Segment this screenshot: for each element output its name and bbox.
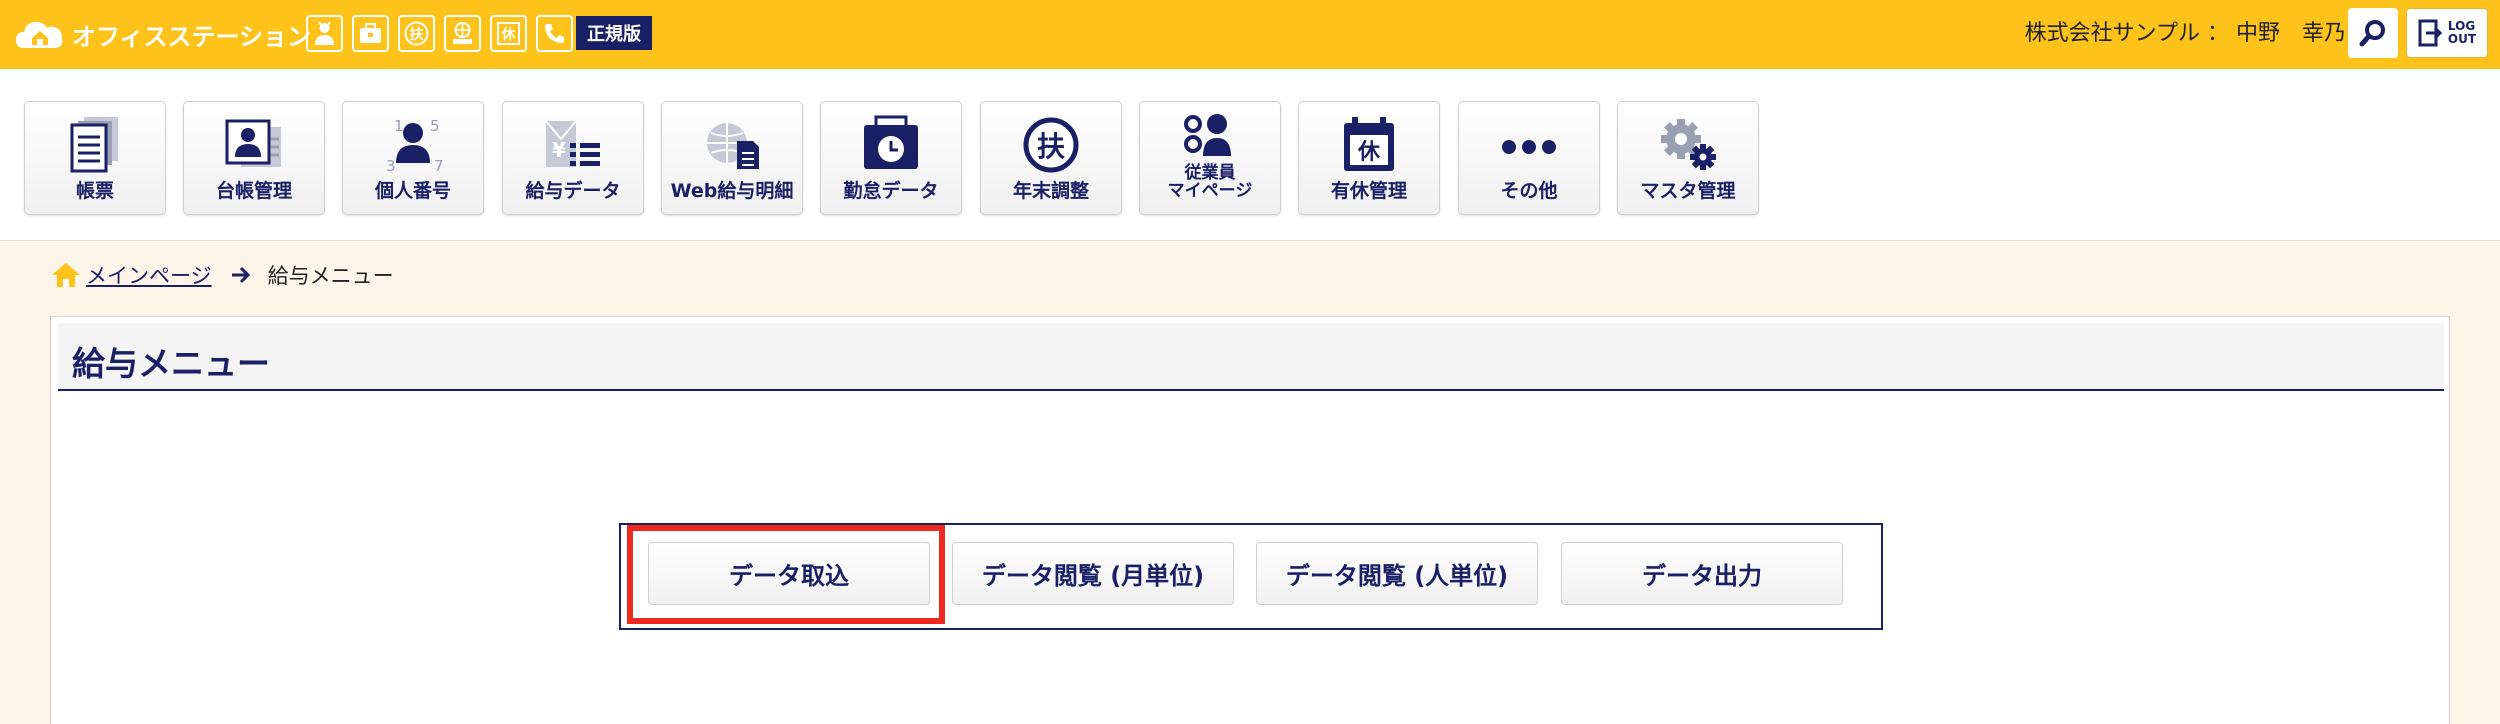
year-end-fu-icon: 扶 — [1018, 115, 1084, 175]
cloud-logo-icon — [16, 22, 63, 48]
arrow-right-icon — [231, 266, 250, 284]
edition-badge: 正規版 — [576, 16, 652, 50]
nav-item-master[interactable]: マスタ管理 — [1617, 101, 1759, 215]
page-title: 給与メニュー — [72, 344, 270, 383]
logout-icon — [2418, 19, 2443, 47]
salary-menu-box: データ取込 データ閲覧 (月単位) データ閲覧 (人単位) データ出力 — [619, 523, 1883, 630]
nav-item-reports[interactable]: 帳票 — [24, 101, 166, 215]
nav-item-employee-mypage[interactable]: 従業員 マイページ — [1139, 101, 1281, 215]
nav-label: 有休管理 — [1330, 180, 1407, 202]
salary-yen-icon: ¥ — [540, 115, 606, 175]
nav-label: Web給与明細 — [670, 180, 794, 202]
document-stack-icon — [62, 115, 128, 175]
nav-item-other[interactable]: その他 — [1458, 101, 1600, 215]
logout-label: LOG OUT — [2447, 19, 2477, 46]
svg-text:7: 7 — [434, 157, 444, 175]
paid-leave-calendar-icon: 休 — [1336, 115, 1402, 175]
fu-char: 扶 — [410, 26, 425, 43]
nav-label: その他 — [1500, 180, 1558, 202]
person-view-button[interactable]: データ閲覧 (人単位) — [1256, 542, 1538, 605]
nav-label: 年末調整 — [1012, 180, 1089, 202]
data-export-button[interactable]: データ出力 — [1561, 542, 1843, 605]
svg-text:1: 1 — [394, 117, 404, 135]
employee-mypage-icon — [1177, 110, 1243, 162]
main-nav: 帳票 台帳管理 1 5 3 7 個人番号 ¥ 給与データ Web給与明細 勤怠デ… — [0, 69, 2500, 241]
nav-item-attendance[interactable]: 勤怠データ — [820, 101, 962, 215]
briefcase-icon[interactable] — [352, 15, 389, 52]
search-button[interactable] — [2348, 8, 2398, 58]
breadcrumb: メインページ 給与メニュー — [50, 260, 394, 290]
breadcrumb-home-link[interactable]: メインページ — [86, 260, 212, 290]
brand-logo[interactable]: オフィスステーション — [14, 14, 311, 54]
kyu-icon[interactable]: 休 — [490, 15, 527, 52]
web-payslip-icon — [699, 115, 765, 175]
kyu-char: 休 — [501, 26, 517, 43]
brand-name: オフィスステーション — [72, 22, 312, 51]
ledger-card-icon — [221, 115, 287, 175]
nav-label: 給与データ — [525, 180, 621, 202]
nav-label: マスタ管理 — [1640, 180, 1736, 202]
person-icon[interactable] — [306, 15, 343, 52]
breadcrumb-current: 給与メニュー — [267, 264, 394, 288]
nav-label: 勤怠データ — [843, 180, 939, 202]
content-area: メインページ 給与メニュー 給与メニュー データ取込 データ閲覧 (月単位) デ… — [0, 242, 2500, 724]
data-import-button[interactable]: データ取込 — [648, 542, 930, 605]
svg-text:扶: 扶 — [1037, 130, 1065, 163]
nav-label: 個人番号 — [374, 180, 451, 202]
nav-item-personal-number[interactable]: 1 5 3 7 個人番号 — [342, 101, 484, 215]
svg-text:5: 5 — [430, 117, 440, 135]
svg-text:3: 3 — [386, 157, 396, 175]
web-icon[interactable] — [444, 15, 481, 52]
person-number-icon: 1 5 3 7 — [380, 115, 446, 175]
nav-item-salary-data[interactable]: ¥ 給与データ — [502, 101, 644, 215]
svg-text:休: 休 — [1357, 140, 1381, 165]
phone-icon[interactable] — [536, 15, 573, 52]
nav-label: 台帳管理 — [215, 180, 292, 202]
quick-icons: 扶 休 — [306, 15, 573, 52]
fu-icon[interactable]: 扶 — [398, 15, 435, 52]
master-gears-icon — [1655, 115, 1721, 175]
panel-header: 給与メニュー — [58, 323, 2444, 391]
nav-item-ledger[interactable]: 台帳管理 — [183, 101, 325, 215]
nav-item-year-end[interactable]: 扶 年末調整 — [980, 101, 1122, 215]
home-icon — [52, 263, 80, 287]
nav-label: 帳票 — [75, 180, 114, 202]
user-company-name: 株式会社サンプル ： 中野 幸乃 — [2024, 21, 2346, 46]
monthly-view-button[interactable]: データ閲覧 (月単位) — [952, 542, 1234, 605]
logout-button[interactable]: LOG OUT — [2406, 8, 2488, 58]
nav-item-web-payslip[interactable]: Web給与明細 — [661, 101, 803, 215]
nav-label: 従業員 マイページ — [1167, 163, 1253, 201]
main-panel: 給与メニュー データ取込 データ閲覧 (月単位) データ閲覧 (人単位) データ… — [50, 316, 2450, 724]
search-icon — [2359, 20, 2385, 47]
attendance-clock-icon — [858, 115, 924, 175]
nav-item-paid-leave[interactable]: 休 有休管理 — [1298, 101, 1440, 215]
svg-text:¥: ¥ — [552, 138, 566, 162]
more-dots-icon — [1496, 115, 1562, 175]
top-header-bar: オフィスステーション 扶 休 正規版 株式会社サンプル ： 中野 幸乃 LOG … — [0, 0, 2500, 69]
